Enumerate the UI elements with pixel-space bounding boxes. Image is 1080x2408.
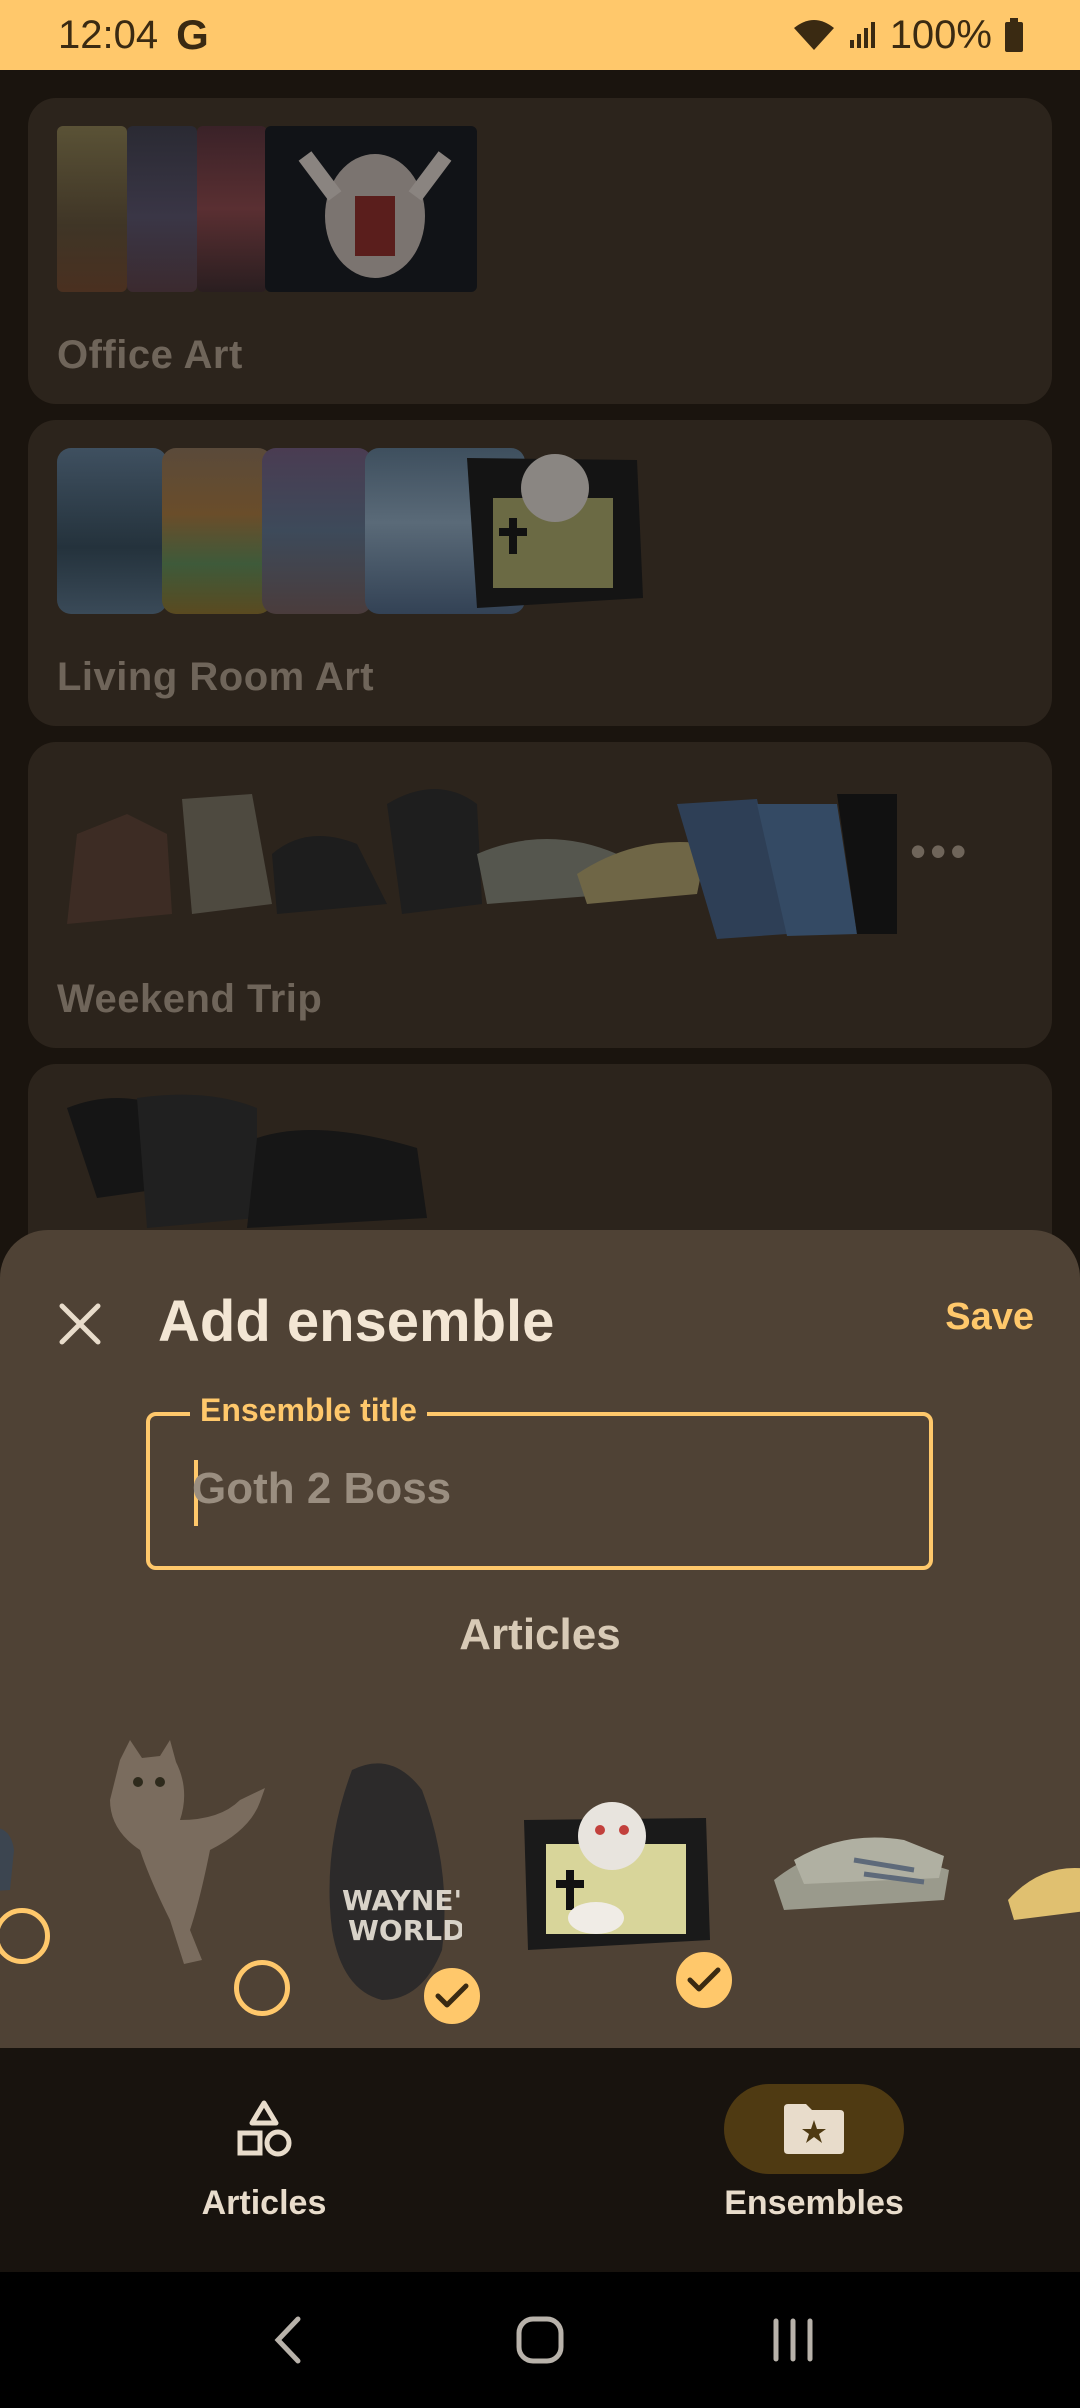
more-icon: ••• xyxy=(910,825,971,877)
sheet-header: Add ensemble Save xyxy=(0,1270,1080,1380)
articles-carousel[interactable]: WAYNE'S WORLD xyxy=(0,1700,1080,2030)
close-button[interactable] xyxy=(48,1292,112,1356)
ensemble-card[interactable]: ••• Weekend Trip xyxy=(28,742,1052,1048)
ensemble-card[interactable]: Office Art xyxy=(28,98,1052,404)
nav-item-articles[interactable]: Articles xyxy=(134,2084,394,2223)
save-button[interactable]: Save xyxy=(945,1296,1034,1339)
recents-icon xyxy=(773,2318,813,2362)
painting-thumbnail xyxy=(262,448,372,614)
svg-text:WAYNE'S: WAYNE'S xyxy=(342,1884,462,1917)
articles-heading: Articles xyxy=(459,1610,621,1659)
ensemble-title-label: Ensemble title xyxy=(190,1392,427,1429)
article-select-toggle[interactable] xyxy=(234,1960,290,2016)
svg-text:WORLD: WORLD xyxy=(348,1914,462,1947)
ensemble-title-input[interactable]: Goth 2 Boss xyxy=(192,1464,451,1514)
check-icon xyxy=(435,1983,469,2008)
article-item[interactable] xyxy=(764,1820,954,1930)
nav-pill xyxy=(174,2084,354,2174)
shapes-icon xyxy=(237,2100,292,2157)
article-select-toggle[interactable] xyxy=(424,1968,480,2024)
ensemble-title-field[interactable]: Ensemble title Goth 2 Boss xyxy=(146,1392,933,1570)
back-button[interactable] xyxy=(237,2290,337,2390)
ensemble-card[interactable]: Living Room Art xyxy=(28,420,1052,726)
ensemble-title: Living Room Art xyxy=(57,655,375,699)
painting-thumbnail xyxy=(265,126,477,292)
ensemble-title: Weekend Trip xyxy=(57,977,323,1021)
ensemble-thumbnails xyxy=(57,764,957,940)
wifi-icon xyxy=(792,18,836,52)
google-icon: G xyxy=(176,11,209,58)
shoe-icon xyxy=(0,1828,14,1891)
status-bar: 12:04 G 100% xyxy=(0,0,1080,70)
status-time: 12:04 xyxy=(58,12,159,57)
system-navigation-bar xyxy=(0,2272,1080,2408)
clothing-thumbnails xyxy=(67,789,897,939)
nav-item-ensembles[interactable]: Ensembles xyxy=(684,2084,944,2223)
nav-label-ensembles: Ensembles xyxy=(724,2184,904,2222)
painting-thumbnail xyxy=(57,448,167,614)
add-ensemble-sheet: Add ensemble Save Ensemble title Goth 2 … xyxy=(0,1230,1080,2050)
book-plate-icon xyxy=(524,1802,710,1950)
home-icon xyxy=(516,2316,564,2364)
folder-star-icon xyxy=(784,2104,844,2154)
article-item[interactable] xyxy=(80,1740,270,1970)
close-icon xyxy=(59,1303,101,1345)
battery-icon xyxy=(1004,18,1024,52)
home-button[interactable] xyxy=(490,2290,590,2390)
painting-thumbnail xyxy=(162,448,272,614)
painting-thumbnail xyxy=(57,126,127,292)
sneaker-icon xyxy=(1008,1868,1080,1920)
sneaker-icon xyxy=(774,1837,949,1910)
ensemble-title: Office Art xyxy=(57,333,243,377)
painting-thumbnail xyxy=(197,126,267,292)
battery-percent: 100% xyxy=(889,12,992,57)
article-select-toggle[interactable] xyxy=(676,1952,732,2008)
ensemble-list[interactable]: Office Art Living Room Art ••• Weekend T… xyxy=(0,70,1080,1310)
article-item[interactable] xyxy=(0,1820,20,1900)
sheet-title: Add ensemble xyxy=(158,1289,555,1354)
article-select-toggle[interactable] xyxy=(0,1908,50,1964)
clothing-thumbnails xyxy=(67,1094,427,1228)
article-item[interactable] xyxy=(1004,1850,1080,1930)
article-item[interactable] xyxy=(516,1800,712,1960)
cat-icon xyxy=(110,1740,265,1964)
nav-label-articles: Articles xyxy=(201,2184,327,2222)
back-icon xyxy=(274,2316,301,2364)
check-icon xyxy=(687,1967,721,1992)
painting-thumbnail xyxy=(127,126,197,292)
recents-button[interactable] xyxy=(743,2290,843,2390)
bottom-navigation: Articles Ensembles xyxy=(0,2048,1080,2272)
signal-icon xyxy=(848,20,878,50)
book-plate-thumbnail xyxy=(457,448,647,614)
nav-pill-active xyxy=(724,2084,904,2174)
